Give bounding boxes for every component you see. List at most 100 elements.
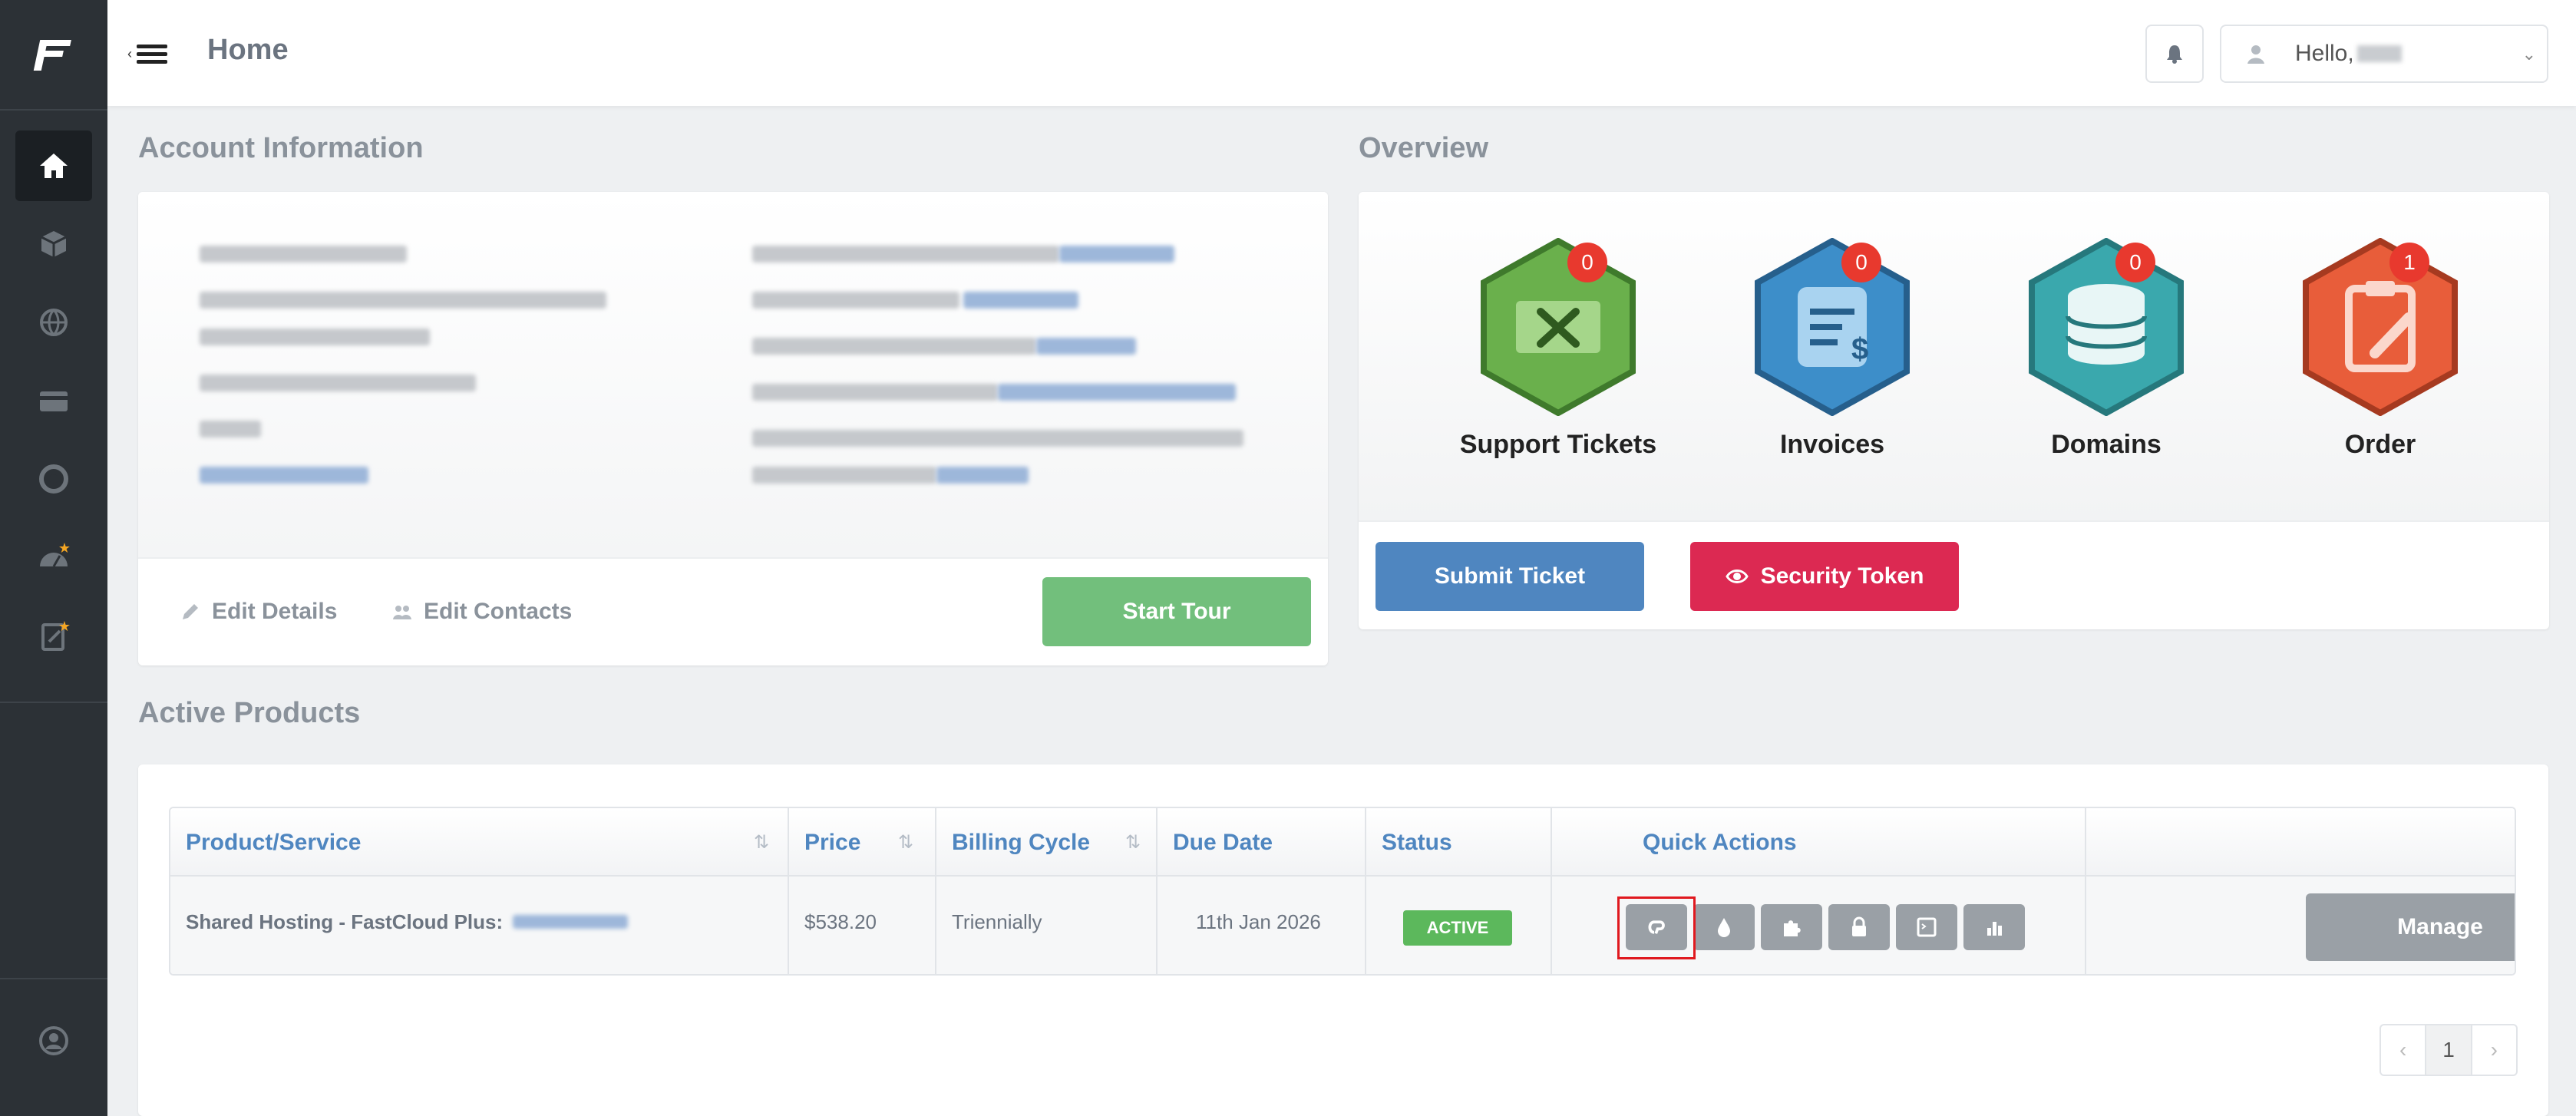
redacted-link[interactable] (1059, 246, 1174, 262)
redacted-text (752, 430, 1243, 447)
edit-details-label: Edit Details (212, 599, 338, 624)
redacted-link[interactable] (200, 467, 368, 484)
sidebar-item-order[interactable]: ★ (15, 600, 92, 671)
account-information-footer: Edit Details Edit Contacts Start Tour (138, 557, 1328, 665)
redacted-domain-link[interactable] (513, 915, 628, 929)
status-badge: ACTIVE (1403, 910, 1512, 946)
divider (0, 702, 107, 703)
top-bar: ‹ Home Hello, ⌄ (107, 0, 2576, 106)
table-header: Product/Service ⇅ Price ⇅ Billing Cycle … (170, 808, 2515, 877)
redacted-link[interactable] (1036, 338, 1136, 355)
redacted-text (200, 375, 476, 391)
redacted-link[interactable] (998, 384, 1236, 401)
manage-button[interactable]: Manage (2306, 893, 2515, 961)
edit-details-link[interactable]: Edit Details (180, 599, 337, 625)
quick-action-stats-button[interactable] (1963, 904, 2025, 950)
invoices-label: Invoices (1779, 430, 1885, 459)
sort-icon[interactable]: ⇅ (1125, 831, 1141, 854)
product-billing-cycle: Triennially (952, 910, 1042, 933)
column-header-product[interactable]: Product/Service (186, 830, 361, 856)
invoices-card[interactable]: $ 0 Invoices (1717, 238, 1947, 484)
star-icon: ★ (58, 540, 71, 556)
selection-highlight (1617, 896, 1696, 959)
bar-chart-icon (1987, 922, 2002, 936)
user-icon (2247, 45, 2264, 64)
column-header-price[interactable]: Price (804, 830, 860, 856)
active-products-panel: Product/Service ⇅ Price ⇅ Billing Cycle … (138, 764, 2548, 1116)
box-icon (41, 231, 67, 257)
edit-contacts-link[interactable]: Edit Contacts (391, 599, 572, 625)
support-tickets-card[interactable]: 0 Support Tickets (1443, 238, 1673, 484)
redacted-text (752, 292, 959, 309)
puzzle-icon (1784, 920, 1801, 936)
lock-icon (1852, 916, 1866, 936)
redacted-text (200, 421, 261, 437)
menu-toggle-icon (137, 43, 167, 64)
sidebar-item-support[interactable] (15, 444, 92, 514)
account-information-panel: Edit Details Edit Contacts Start Tour (138, 192, 1328, 665)
sidebar-item-affiliates[interactable]: ★ (15, 522, 92, 593)
credit-card-icon (40, 391, 68, 411)
domains-card[interactable]: 0 Domains (1991, 238, 2221, 484)
column-header-status[interactable]: Status (1382, 830, 1452, 856)
redacted-link[interactable] (963, 292, 1078, 309)
ssh-terminal-icon (1917, 917, 1937, 937)
sidebar-item-home[interactable] (15, 130, 92, 201)
logo-icon (33, 37, 71, 71)
domains-count: 0 (2115, 243, 2155, 282)
order-icon (2303, 238, 2458, 416)
column-divider (1551, 808, 1552, 974)
account-information-title: Account Information (138, 132, 424, 164)
pagination-current-page[interactable]: 1 (2425, 1025, 2472, 1075)
active-products-title: Active Products (138, 697, 361, 729)
logo[interactable] (0, 0, 107, 107)
edit-contacts-label: Edit Contacts (424, 599, 573, 624)
column-divider (2085, 808, 2086, 974)
sidebar-item-services[interactable] (15, 209, 92, 279)
pagination-prev[interactable]: ‹ (2381, 1025, 2425, 1075)
support-tickets-icon (1481, 238, 1636, 416)
sidebar-item-billing[interactable] (15, 365, 92, 436)
order-count: 1 (2389, 243, 2429, 282)
eye-icon (1725, 570, 1749, 583)
quick-action-addons-button[interactable] (1761, 904, 1822, 950)
column-divider (1365, 808, 1366, 974)
order-card[interactable]: 1 Order (2265, 238, 2495, 484)
redacted-link[interactable] (936, 467, 1029, 484)
pagination: ‹ 1 › (2379, 1024, 2518, 1076)
security-token-label: Security Token (1760, 563, 1924, 589)
user-menu-button[interactable]: Hello, ⌄ (2220, 25, 2548, 83)
bell-icon (2167, 45, 2182, 64)
domains-icon (2029, 238, 2184, 416)
sidebar-item-domains[interactable] (15, 287, 92, 358)
notifications-button[interactable] (2145, 25, 2204, 83)
column-header-due-date[interactable]: Due Date (1173, 830, 1273, 856)
pagination-next[interactable]: › (2472, 1025, 2516, 1075)
user-circle-icon (39, 1026, 68, 1055)
overview-title: Overview (1359, 132, 1488, 164)
sidebar-item-account[interactable] (15, 1005, 92, 1076)
support-tickets-label: Support Tickets (1459, 430, 1657, 459)
quick-action-ssh-button[interactable] (1896, 904, 1957, 950)
security-token-button[interactable]: Security Token (1690, 542, 1959, 611)
redacted-text (752, 384, 998, 401)
column-header-quick-actions: Quick Actions (1643, 830, 1797, 855)
menu-toggle-button[interactable]: ‹ (127, 38, 175, 69)
redacted-text (752, 467, 936, 484)
page-title: Home (207, 34, 289, 66)
column-divider (788, 808, 789, 974)
start-tour-button[interactable]: Start Tour (1042, 577, 1311, 646)
redacted-text (200, 329, 430, 345)
divider (0, 109, 107, 111)
column-header-billing-cycle[interactable]: Billing Cycle (952, 830, 1090, 856)
star-icon: ★ (58, 619, 71, 634)
submit-ticket-button[interactable]: Submit Ticket (1376, 542, 1644, 611)
quick-action-ssl-button[interactable] (1828, 904, 1890, 950)
product-due-date: 11th Jan 2026 (1196, 910, 1321, 933)
product-price: $538.20 (804, 910, 877, 933)
order-label: Order (2344, 430, 2416, 459)
quick-action-drop-button[interactable] (1693, 904, 1755, 950)
sort-icon[interactable]: ⇅ (898, 831, 913, 854)
pencil-icon (183, 604, 198, 619)
sort-icon[interactable]: ⇅ (754, 831, 769, 854)
